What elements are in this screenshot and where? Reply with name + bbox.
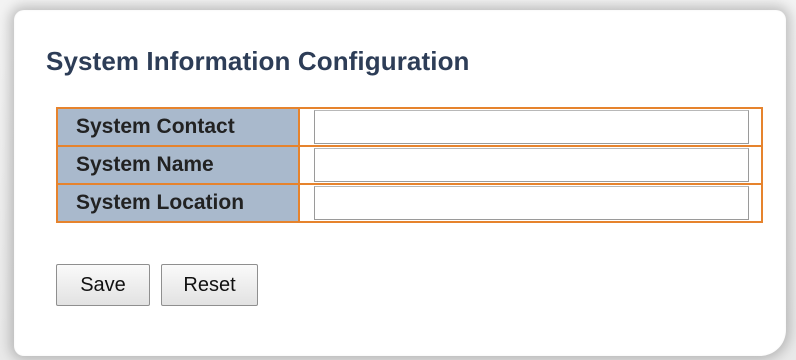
reset-button[interactable]: Reset xyxy=(161,264,258,306)
system-contact-input[interactable] xyxy=(314,110,749,144)
system-contact-label: System Contact xyxy=(56,107,300,147)
system-name-cell xyxy=(298,145,763,185)
system-location-label: System Location xyxy=(56,183,300,223)
table-row-system-contact: System Contact xyxy=(56,107,763,147)
system-name-label: System Name xyxy=(56,145,300,185)
system-location-input[interactable] xyxy=(314,186,749,220)
system-name-input[interactable] xyxy=(314,148,749,182)
system-location-cell xyxy=(298,183,763,223)
system-info-table: System Contact System Name System Locati… xyxy=(56,107,763,223)
system-contact-cell xyxy=(298,107,763,147)
save-button[interactable]: Save xyxy=(56,264,150,306)
table-row-system-location: System Location xyxy=(56,183,763,223)
page-title: System Information Configuration xyxy=(46,46,470,76)
table-row-system-name: System Name xyxy=(56,145,763,185)
